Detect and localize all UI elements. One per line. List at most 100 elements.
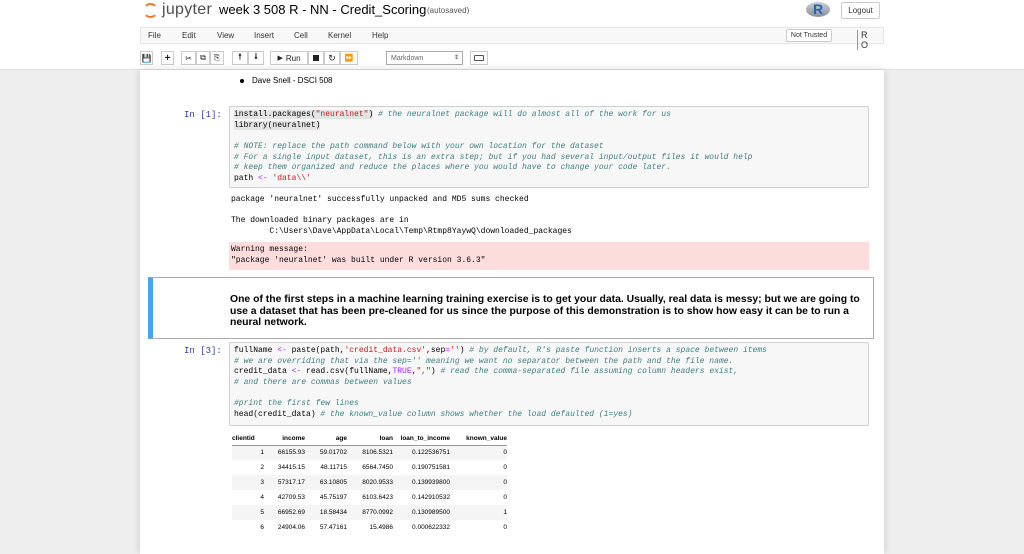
move-up-button[interactable]: 🠕: [232, 51, 248, 65]
table-row: 4 42709.53 45.75197 6103.6423 0.14291053…: [232, 490, 507, 505]
run-button[interactable]: ▶ Run: [270, 51, 308, 65]
dataframe-table: clientid income age loan loan_to_income …: [232, 433, 507, 535]
toolbar: 💾 + ✂ ⧉ ⎘ 🠕 🠗 ▶ Run ↻ ⏩ Markdown ⇕: [140, 48, 884, 68]
move-down-icon: 🠗: [254, 52, 258, 61]
table-cell: 18.58434: [305, 505, 347, 520]
column-header: loan_to_income: [393, 433, 450, 446]
copy-icon: ⧉: [200, 53, 206, 62]
paste-icon: ⎘: [213, 53, 221, 62]
table-row: 2 34415.15 48.11715 6564.7450 0.19075158…: [232, 460, 507, 475]
jupyter-logo[interactable]: jupyter: [142, 0, 212, 20]
cut-icon: ✂: [185, 53, 192, 63]
notebook-title[interactable]: week 3 508 R - NN - Credit_Scoring: [219, 2, 426, 17]
select-arrow-icon: ⇕: [453, 55, 459, 61]
warning-line: "package 'neuralnet' was built under R v…: [231, 255, 486, 265]
autosave-status: (autosaved): [427, 6, 470, 15]
table-cell: 0.142910532: [412, 494, 450, 501]
code-line: # we are overriding that via the sep='' …: [234, 356, 734, 366]
cell3-prompt: In [3]:: [184, 346, 222, 356]
restart-icon: ↻: [328, 52, 336, 63]
kernel-indicator: R O: [857, 30, 883, 50]
cell3-code-input[interactable]: fullName <- paste(path,'credit_data.csv'…: [229, 342, 869, 426]
column-header: income: [264, 433, 305, 446]
table-cell: 0: [503, 494, 507, 501]
command-palette-button[interactable]: [470, 51, 488, 65]
table-cell: 24904.06: [277, 524, 305, 531]
table-cell: 3: [232, 475, 264, 490]
table-row: 5 66952.69 18.58434 8770.0992 0.13098950…: [232, 505, 507, 520]
author-bullet: Dave Snell - DSCI 508: [240, 76, 332, 85]
cell-type-value: Markdown: [391, 54, 424, 62]
table-cell: 1: [232, 445, 264, 460]
author-bullet-text: Dave Snell - DSCI 508: [252, 76, 333, 85]
interrupt-button[interactable]: [308, 51, 324, 65]
restart-run-all-button[interactable]: ⏩: [340, 51, 358, 65]
add-cell-button[interactable]: +: [161, 51, 174, 65]
output-line: package 'neuralnet' successfully unpacke…: [231, 195, 529, 204]
save-icon: 💾: [141, 53, 152, 63]
table-cell: 59.01702: [305, 445, 347, 460]
move-down-button[interactable]: 🠗: [248, 51, 264, 65]
code-line: head(credit_data) # the known_value colu…: [234, 410, 633, 420]
table-cell: 8106.5321: [347, 445, 393, 460]
table-cell: 0: [450, 475, 507, 490]
table-cell: 66952.69: [264, 505, 305, 520]
code-line: path <- 'data\\': [234, 174, 311, 184]
menu-help[interactable]: Help: [372, 31, 388, 40]
menu-file[interactable]: File: [148, 31, 161, 40]
code-line: # NOTE: replace the path command below w…: [234, 142, 604, 152]
menu-kernel[interactable]: Kernel: [328, 31, 351, 40]
menu-insert[interactable]: Insert: [254, 31, 274, 40]
table-cell: 57317.17: [264, 475, 305, 490]
paste-button[interactable]: ⎘: [210, 51, 224, 65]
table-cell: 15.4986: [369, 524, 394, 531]
logout-button[interactable]: Logout: [841, 2, 880, 19]
table-cell: 0.190751581: [412, 464, 450, 471]
table-cell: 8770.0992: [347, 505, 393, 520]
table-cell: 0.000622332: [412, 524, 450, 531]
table-row: 6 24904.06 57.47161 15.4986 0.000622332 …: [232, 520, 507, 535]
stop-icon: [313, 55, 319, 61]
column-header: clientid: [232, 433, 264, 446]
column-header: known_value: [450, 433, 507, 446]
notebook-container: Dave Snell - DSCI 508 In [1]: install.pa…: [140, 70, 884, 554]
cell1-prompt: In [1]:: [184, 110, 222, 120]
table-cell: 6103.6423: [362, 494, 393, 501]
code-line: install.packages("neuralnet") # the neur…: [234, 110, 671, 119]
table-cell: 45.75197: [319, 494, 347, 501]
cell1-code-input[interactable]: install.packages("neuralnet") # the neur…: [229, 106, 869, 188]
table-header-row: clientid income age loan loan_to_income …: [232, 433, 507, 446]
table-cell: 2: [260, 464, 264, 471]
cell1-warning-output: Warning message: "package 'neuralnet' wa…: [229, 242, 869, 270]
cell-type-select[interactable]: Markdown ⇕: [386, 51, 463, 65]
save-button[interactable]: 💾: [140, 51, 153, 65]
table-cell: 0: [503, 524, 507, 531]
code-line: # For a single input dataset, this is an…: [234, 152, 753, 162]
menubar: File Edit View Insert Cell Kernel Help N…: [140, 27, 884, 50]
table-cell: 0.139939800: [393, 475, 450, 490]
markdown-paragraph: One of the first steps in a machine lear…: [230, 294, 860, 328]
cell1-output: package 'neuralnet' successfully unpacke…: [231, 195, 572, 237]
code-line: library(neuralnet): [234, 120, 321, 130]
restart-button[interactable]: ↻: [324, 51, 340, 65]
fast-forward-icon: ⏩: [344, 55, 354, 62]
table-cell: 0.130989500: [393, 505, 450, 520]
menu-edit[interactable]: Edit: [182, 31, 196, 40]
table-cell: 1: [450, 505, 507, 520]
table-cell: 6564.7450: [362, 464, 393, 471]
menu-view[interactable]: View: [217, 31, 234, 40]
bullet-icon: [240, 78, 244, 83]
table-cell: 0: [450, 445, 507, 460]
table-cell: 48.11715: [320, 464, 347, 471]
table-cell: 5: [232, 505, 264, 520]
not-trusted-button[interactable]: Not Trusted: [786, 29, 832, 42]
move-up-icon: 🠕: [238, 52, 242, 61]
copy-button[interactable]: ⧉: [196, 51, 210, 65]
output-line: The downloaded binary packages are in: [231, 216, 409, 225]
r-kernel-letter: R: [813, 1, 824, 17]
cut-button[interactable]: ✂: [181, 51, 196, 65]
menu-cell[interactable]: Cell: [294, 31, 308, 40]
